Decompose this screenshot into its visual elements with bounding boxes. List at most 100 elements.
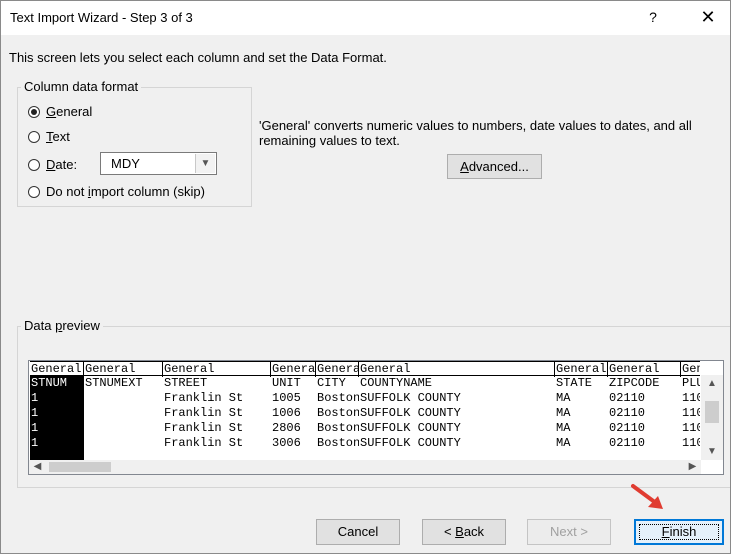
- vertical-scrollbar[interactable]: ▲ ▼: [701, 375, 723, 460]
- column-header[interactable]: General: [681, 361, 700, 376]
- preview-cell: COUNTYNAME: [360, 376, 433, 390]
- preview-cell: UNIT: [272, 376, 301, 390]
- preview-cell: 1104: [682, 406, 700, 420]
- preview-cell: 1: [31, 391, 39, 405]
- preview-cell: STREET: [164, 376, 208, 390]
- column-header[interactable]: General: [30, 361, 84, 376]
- preview-cell: 1104: [682, 421, 700, 435]
- preview-cell: SUFFOLK COUNTY: [360, 406, 461, 420]
- radio-general[interactable]: General: [28, 104, 92, 119]
- horizontal-scrollbar[interactable]: ◀ ▶: [29, 460, 701, 474]
- preview-column[interactable]: General STREET Franklin St Franklin St Frank…: [163, 361, 271, 461]
- column-header[interactable]: General: [608, 361, 681, 376]
- preview-cell: ZIPCODE: [609, 376, 660, 390]
- column-header[interactable]: General: [555, 361, 608, 376]
- date-format-select[interactable]: MDY ▼: [100, 152, 217, 175]
- horizontal-scroll-thumb[interactable]: [49, 462, 111, 472]
- preview-column[interactable]: GeneralPLUS41104110411041104: [681, 361, 700, 461]
- preview-cell: MA: [556, 421, 571, 435]
- red-arrow-icon: [631, 484, 663, 509]
- preview-cell: Boston: [317, 436, 359, 450]
- preview-cell: 3006: [272, 436, 301, 450]
- preview-cell: SUFFOLK COUNTY: [360, 391, 461, 405]
- vertical-scroll-thumb[interactable]: [705, 401, 719, 423]
- preview-cell: 1: [31, 436, 39, 450]
- radio-general-circle[interactable]: [28, 105, 40, 118]
- preview-cell: STNUM: [31, 376, 68, 390]
- finish-button[interactable]: Finish: [634, 519, 724, 545]
- focus-rect: [639, 524, 719, 540]
- title-bar: Text Import Wizard - Step 3 of 3 ? ✕: [1, 1, 730, 35]
- text-import-wizard-dialog: Text Import Wizard - Step 3 of 3 ? ✕ Thi…: [0, 0, 731, 554]
- preview-column[interactable]: General COUNTYNAME SUFFOLK COUNTY SUFFOLK C…: [359, 361, 555, 461]
- radio-text-circle[interactable]: [28, 130, 40, 143]
- data-preview-grid[interactable]: General STNUM 1 1 1 1 General STNUMEXT General ST…: [28, 360, 724, 475]
- column-header[interactable]: General: [359, 361, 555, 376]
- preview-cell: Franklin St: [164, 436, 244, 450]
- radio-date[interactable]: Date:: [28, 157, 77, 172]
- preview-cell: Boston: [317, 406, 359, 420]
- chevron-down-icon[interactable]: ▼: [195, 154, 215, 173]
- radio-text[interactable]: Text: [28, 129, 70, 144]
- preview-cell: 02110: [609, 406, 646, 420]
- preview-cell: Franklin St: [164, 421, 244, 435]
- data-preview-title: Data preview: [21, 318, 103, 333]
- advanced-button[interactable]: Advanced...: [447, 154, 542, 179]
- close-button[interactable]: ✕: [695, 7, 721, 29]
- preview-cell: 1: [31, 421, 39, 435]
- radio-skip-label: Do not import column (skip): [46, 184, 205, 199]
- preview-columns: General STNUM 1 1 1 1 General STNUMEXT General ST…: [30, 361, 700, 461]
- back-button[interactable]: < Back: [422, 519, 506, 545]
- column-header[interactable]: General: [84, 361, 163, 376]
- preview-cell: SUFFOLK COUNTY: [360, 436, 461, 450]
- preview-cell: [84, 391, 163, 406]
- preview-cell: 2806: [272, 421, 301, 435]
- preview-column[interactable]: GeneralCITYBostonBostonBostonBoston: [316, 361, 359, 461]
- preview-cell: [84, 406, 163, 421]
- preview-cell: Franklin St: [164, 391, 244, 405]
- scroll-up-icon[interactable]: ▲: [701, 375, 723, 392]
- preview-column[interactable]: General STNUMEXT: [84, 361, 163, 461]
- column-header[interactable]: General: [163, 361, 271, 376]
- help-button[interactable]: ?: [641, 9, 665, 29]
- column-data-format-title: Column data format: [21, 79, 142, 94]
- preview-column[interactable]: General STNUM 1 1 1 1: [30, 361, 84, 461]
- preview-cell: MA: [556, 436, 571, 450]
- preview-cell: STNUMEXT: [85, 376, 143, 390]
- next-button[interactable]: Next >: [527, 519, 611, 545]
- preview-cell: Boston: [317, 421, 359, 435]
- preview-cell: 02110: [609, 391, 646, 405]
- column-header[interactable]: General: [316, 361, 359, 376]
- radio-general-label: General: [46, 104, 93, 119]
- preview-cell: 1006: [272, 406, 301, 420]
- preview-cell: PLUS4: [682, 376, 700, 390]
- preview-cell: CITY: [317, 376, 346, 390]
- preview-cell: 1: [31, 406, 39, 420]
- radio-date-circle[interactable]: [28, 158, 40, 171]
- preview-cell: 02110: [609, 421, 646, 435]
- preview-cell: SUFFOLK COUNTY: [360, 421, 461, 435]
- cancel-button[interactable]: Cancel: [316, 519, 400, 545]
- preview-cell: 1005: [272, 391, 301, 405]
- column-header[interactable]: General: [271, 361, 316, 376]
- preview-cell: 1104: [682, 391, 700, 405]
- date-format-value: MDY: [111, 156, 140, 171]
- preview-column[interactable]: GeneralUNIT1005100628063006: [271, 361, 316, 461]
- preview-cell: [84, 436, 163, 451]
- scroll-down-icon[interactable]: ▼: [701, 443, 723, 460]
- preview-cell: MA: [556, 406, 571, 420]
- preview-column[interactable]: General STATE MA MA MA MA: [555, 361, 608, 461]
- radio-text-label: Text: [46, 129, 70, 144]
- radio-skip-circle[interactable]: [28, 185, 40, 198]
- preview-cell: Franklin St: [164, 406, 244, 420]
- preview-cell: Boston: [317, 391, 359, 405]
- preview-cell: 1104: [682, 436, 700, 450]
- scroll-right-icon[interactable]: ▶: [684, 460, 701, 474]
- preview-column[interactable]: General ZIPCODE 02110 02110 02110 02110: [608, 361, 681, 461]
- preview-cell: 02110: [609, 436, 646, 450]
- intro-text: This screen lets you select each column …: [9, 50, 387, 65]
- radio-skip[interactable]: Do not import column (skip): [28, 184, 205, 199]
- format-description: 'General' converts numeric values to num…: [259, 118, 692, 148]
- preview-cell: [84, 421, 163, 436]
- scroll-left-icon[interactable]: ◀: [29, 460, 46, 474]
